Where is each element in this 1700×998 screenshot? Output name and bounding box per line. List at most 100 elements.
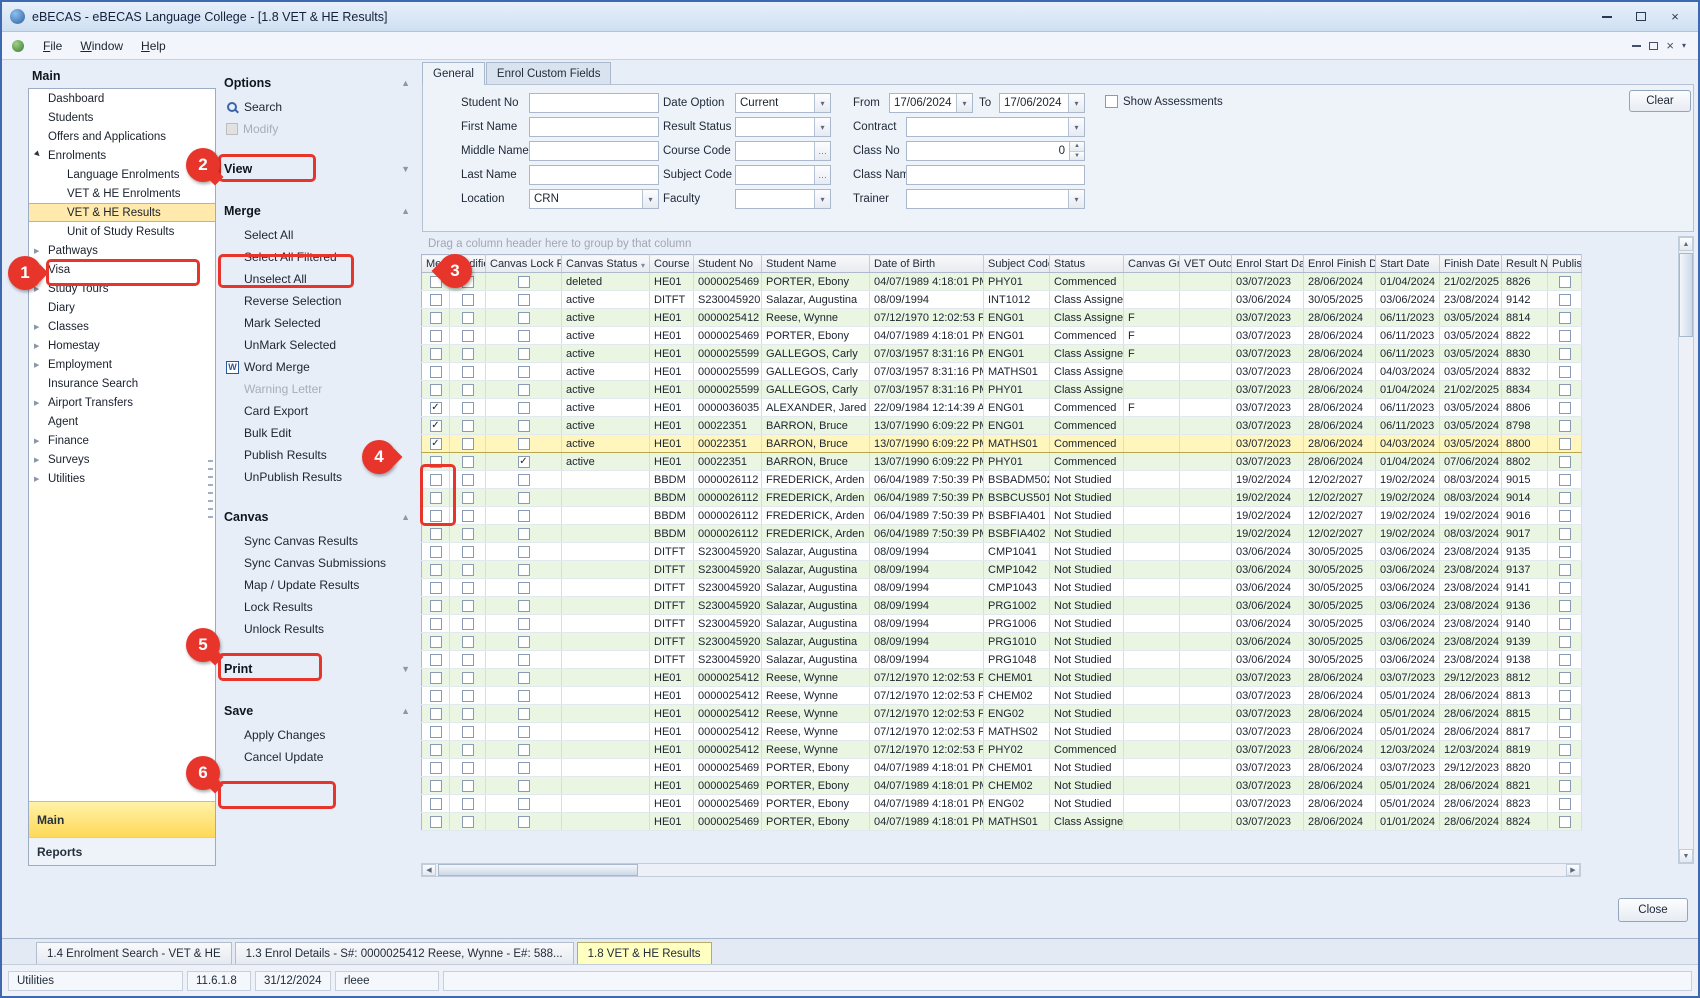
- show-assessments-checkbox[interactable]: [1105, 95, 1118, 108]
- action-sync-canvas-submissions[interactable]: Sync Canvas Submissions: [222, 552, 416, 574]
- modified-checkbox[interactable]: [462, 744, 474, 756]
- section-save[interactable]: Save▲: [222, 698, 416, 724]
- sidebar-item-employment[interactable]: ▶Employment: [29, 355, 215, 374]
- merge-checkbox[interactable]: [430, 780, 442, 792]
- modified-checkbox[interactable]: [462, 492, 474, 504]
- sidebar-item-insurance-search[interactable]: Insurance Search: [29, 374, 215, 393]
- modified-checkbox[interactable]: [462, 636, 474, 648]
- canvas-lock-resul-checkbox[interactable]: [518, 492, 530, 504]
- mdi-close-icon[interactable]: ×: [1666, 38, 1674, 53]
- middle-name-input[interactable]: [529, 141, 659, 161]
- column-header-course-c[interactable]: Course C: [650, 255, 694, 273]
- publish-checkbox[interactable]: [1559, 636, 1571, 648]
- canvas-lock-resul-checkbox[interactable]: [518, 690, 530, 702]
- modified-checkbox[interactable]: [462, 456, 474, 468]
- modified-checkbox[interactable]: [462, 294, 474, 306]
- publish-checkbox[interactable]: [1559, 312, 1571, 324]
- canvas-lock-resul-checkbox[interactable]: [518, 762, 530, 774]
- column-header-subject-code[interactable]: Subject Code: [984, 255, 1050, 273]
- modified-checkbox[interactable]: [462, 510, 474, 522]
- action-apply-changes[interactable]: Apply Changes: [222, 724, 416, 746]
- publish-checkbox[interactable]: [1559, 546, 1571, 558]
- sidebar-item-surveys[interactable]: ▶Surveys: [29, 450, 215, 469]
- tree-collapsed-icon[interactable]: ▶: [34, 323, 48, 331]
- merge-checkbox[interactable]: [430, 654, 442, 666]
- scrollbar-thumb[interactable]: [438, 864, 638, 876]
- canvas-lock-resul-checkbox[interactable]: [518, 582, 530, 594]
- canvas-lock-resul-checkbox[interactable]: [518, 276, 530, 288]
- merge-checkbox[interactable]: ✓: [430, 402, 442, 414]
- sidebar-item-unit-of-study-results[interactable]: Unit of Study Results: [29, 222, 215, 241]
- chevron-down-icon[interactable]: ▾: [814, 94, 830, 112]
- canvas-lock-resul-checkbox[interactable]: [518, 330, 530, 342]
- publish-checkbox[interactable]: [1559, 582, 1571, 594]
- publish-checkbox[interactable]: [1559, 618, 1571, 630]
- merge-checkbox[interactable]: [430, 312, 442, 324]
- grid-row[interactable]: HE010000025412Reese, Wynne07/12/1970 12:…: [422, 669, 1582, 687]
- column-header-merge[interactable]: Merge: [422, 255, 450, 273]
- class-name-input[interactable]: [906, 165, 1085, 185]
- sidebar-item-finance[interactable]: ▶Finance: [29, 431, 215, 450]
- modified-checkbox[interactable]: [462, 276, 474, 288]
- grid-row[interactable]: HE010000025469PORTER, Ebony04/07/1989 4:…: [422, 759, 1582, 777]
- merge-checkbox[interactable]: [430, 528, 442, 540]
- action-select-all[interactable]: Select All: [222, 224, 416, 246]
- scrollbar-thumb[interactable]: [1679, 253, 1693, 337]
- canvas-lock-resul-checkbox[interactable]: [518, 474, 530, 486]
- canvas-lock-resul-checkbox[interactable]: [518, 546, 530, 558]
- canvas-lock-resul-checkbox[interactable]: ✓: [518, 456, 530, 468]
- publish-checkbox[interactable]: [1559, 690, 1571, 702]
- chevron-down-icon[interactable]: ▾: [642, 190, 658, 208]
- column-header-result-n[interactable]: Result N: [1502, 255, 1548, 273]
- grid-row[interactable]: BBDM0000026112FREDERICK, Arden06/04/1989…: [422, 525, 1582, 543]
- sidebar-item-dashboard[interactable]: Dashboard: [29, 89, 215, 108]
- window-tab-1-3-enrol-details-s-0000025412[interactable]: 1.3 Enrol Details - S#: 0000025412 Reese…: [235, 942, 574, 964]
- grid-row[interactable]: activeHE010000025599GALLEGOS, Carly07/03…: [422, 345, 1582, 363]
- result-status-select[interactable]: ▾: [735, 117, 831, 137]
- canvas-lock-resul-checkbox[interactable]: [518, 438, 530, 450]
- grid-row[interactable]: activeDITFTS230045920Salazar, Augustina0…: [422, 291, 1582, 309]
- tree-expanded-icon[interactable]: ▶: [33, 149, 49, 165]
- chevron-down-icon[interactable]: ▾: [814, 118, 830, 136]
- modified-checkbox[interactable]: [462, 402, 474, 414]
- modified-checkbox[interactable]: [462, 420, 474, 432]
- modified-checkbox[interactable]: [462, 762, 474, 774]
- window-tab-1-8-vet-he-results[interactable]: 1.8 VET & HE Results: [577, 942, 712, 964]
- publish-checkbox[interactable]: [1559, 294, 1571, 306]
- sidebar-item-diary[interactable]: Diary: [29, 298, 215, 317]
- grid-row[interactable]: activeHE010000025412Reese, Wynne07/12/19…: [422, 309, 1582, 327]
- tree-collapsed-icon[interactable]: ▶: [34, 342, 48, 350]
- sidebar-item-language-enrolments[interactable]: Language Enrolments: [29, 165, 215, 184]
- column-header-status[interactable]: Status: [1050, 255, 1124, 273]
- location-select[interactable]: CRN ▾: [529, 189, 659, 209]
- publish-checkbox[interactable]: [1559, 564, 1571, 576]
- sidebar-item-classes[interactable]: ▶Classes: [29, 317, 215, 336]
- mdi-minimize-icon[interactable]: [1632, 45, 1641, 47]
- canvas-lock-resul-checkbox[interactable]: [518, 366, 530, 378]
- action-unlock-results[interactable]: Unlock Results: [222, 618, 416, 640]
- tab-general[interactable]: General: [422, 62, 485, 85]
- merge-checkbox[interactable]: [430, 816, 442, 828]
- action-reverse-selection[interactable]: Reverse Selection: [222, 290, 416, 312]
- sidebar-item-study-tours[interactable]: ▶Study Tours: [29, 279, 215, 298]
- grid-row[interactable]: deletedHE010000025469PORTER, Ebony04/07/…: [422, 273, 1582, 291]
- modified-checkbox[interactable]: [462, 780, 474, 792]
- menu-file[interactable]: File: [34, 36, 71, 56]
- merge-checkbox[interactable]: [430, 636, 442, 648]
- grid-row[interactable]: DITFTS230045920Salazar, Augustina08/09/1…: [422, 651, 1582, 669]
- canvas-lock-resul-checkbox[interactable]: [518, 798, 530, 810]
- grid-row[interactable]: BBDM0000026112FREDERICK, Arden06/04/1989…: [422, 507, 1582, 525]
- merge-checkbox[interactable]: [430, 546, 442, 558]
- ellipsis-icon[interactable]: …: [814, 142, 830, 160]
- action-search[interactable]: Search: [222, 96, 416, 118]
- publish-checkbox[interactable]: [1559, 384, 1571, 396]
- canvas-lock-resul-checkbox[interactable]: [518, 726, 530, 738]
- column-header-canvas-lock-resul[interactable]: Canvas Lock Resul: [486, 255, 562, 273]
- publish-checkbox[interactable]: [1559, 438, 1571, 450]
- action-word-merge[interactable]: WWord Merge: [222, 356, 416, 378]
- canvas-lock-resul-checkbox[interactable]: [518, 402, 530, 414]
- canvas-lock-resul-checkbox[interactable]: [518, 780, 530, 792]
- action-bulk-edit[interactable]: Bulk Edit: [222, 422, 416, 444]
- modified-checkbox[interactable]: [462, 654, 474, 666]
- chevron-down-icon[interactable]: ▾: [1068, 190, 1084, 208]
